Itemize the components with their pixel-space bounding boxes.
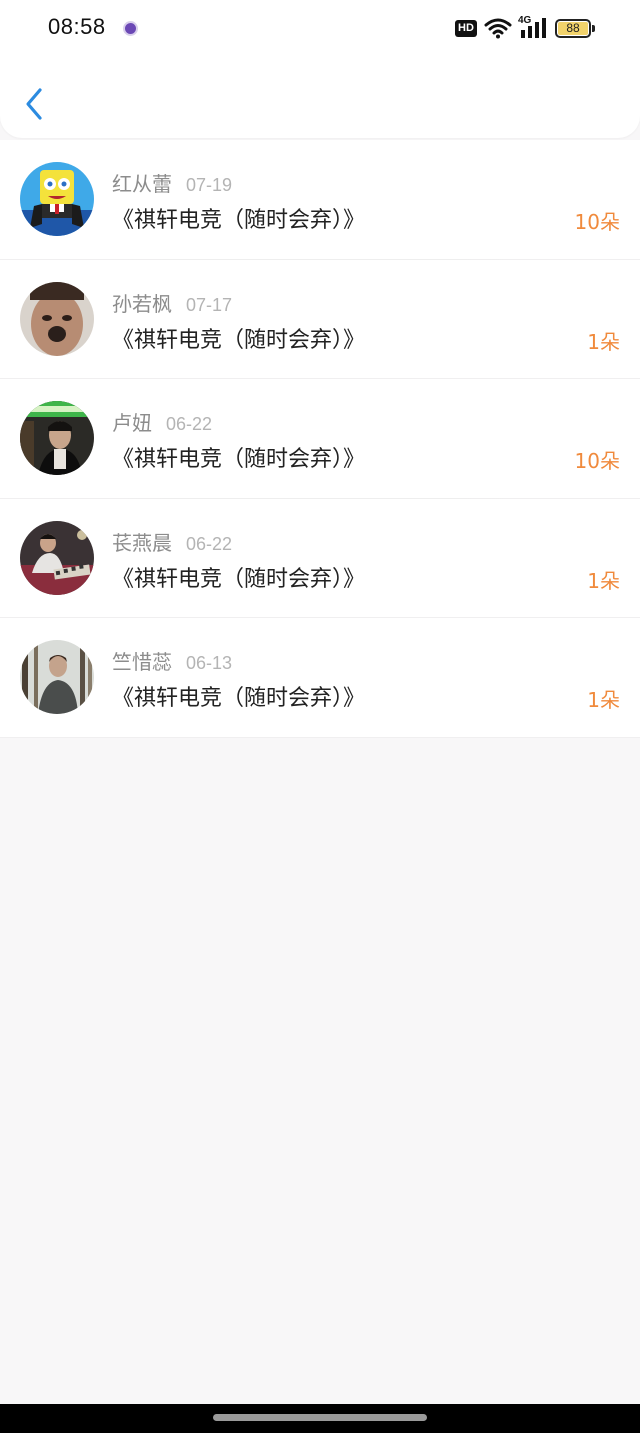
home-indicator[interactable] [213, 1414, 427, 1421]
avatar[interactable] [20, 401, 94, 475]
row-meta: 卢妞 06-22 [112, 407, 212, 435]
header: 08:58 HD 4G 88 [0, 0, 640, 138]
user-name: 苌燕晨 [112, 530, 172, 555]
list-item[interactable]: 苌燕晨 06-22 《祺轩电竞（随时会弃）》 1朵 [0, 498, 640, 618]
item-title: 《祺轩电竞（随时会弃）》 [112, 208, 366, 233]
gift-date: 07-19 [186, 175, 233, 195]
status-bar: 08:58 HD 4G 88 [0, 0, 640, 58]
gift-amount: 1朵 [587, 688, 620, 712]
gift-date: 06-13 [186, 653, 233, 673]
status-time: 08:58 [48, 14, 106, 39]
gift-amount: 1朵 [587, 568, 620, 593]
gift-date: 07-17 [186, 294, 233, 315]
item-title: 《祺轩电竞（随时会弃）》 [112, 447, 366, 472]
spongebob-avatar [20, 162, 94, 236]
row-meta: 苌燕晨 06-22 [112, 527, 232, 555]
man-green-banner-avatar [20, 401, 94, 475]
wifi-icon [484, 18, 512, 39]
avatar[interactable] [20, 640, 94, 714]
row-meta: 孙若枫 07-17 [112, 288, 232, 316]
avatar[interactable] [20, 162, 94, 236]
battery-icon: 88 [555, 19, 591, 38]
user-name: 卢妞 [112, 411, 152, 435]
gift-amount: 10朵 [574, 210, 620, 234]
gift-date: 06-22 [166, 414, 213, 434]
signal-icon [521, 18, 546, 38]
item-title: 《祺轩电竞（随时会弃）》 [112, 327, 366, 353]
user-name: 孙若枫 [112, 291, 172, 316]
gift-amount: 1朵 [587, 329, 620, 354]
list-item[interactable]: 竺惜蕊 06-13 《祺轩电竞（随时会弃）》 1朵 [0, 618, 640, 738]
hd-icon: HD [455, 20, 477, 37]
man-forest-avatar [20, 640, 94, 714]
chevron-left-icon [26, 88, 42, 120]
list-item[interactable]: 卢妞 06-22 《祺轩电竞（随时会弃）》 10朵 [0, 379, 640, 499]
gift-amount: 10朵 [574, 449, 620, 473]
user-name: 红从蕾 [112, 172, 172, 196]
system-nav-bar [0, 1404, 640, 1433]
row-meta: 竺惜蕊 06-13 [112, 646, 232, 674]
user-name: 竺惜蕊 [112, 650, 172, 674]
list-item[interactable]: 红从蕾 07-19 《祺轩电竞（随时会弃）》 10朵 [0, 140, 640, 260]
man-sitting-avatar [20, 520, 94, 595]
face-avatar [20, 281, 94, 356]
battery-level: 88 [566, 21, 580, 35]
row-meta: 红从蕾 07-19 [112, 168, 232, 196]
battery-tip [592, 25, 595, 32]
item-title: 《祺轩电竞（随时会弃）》 [112, 686, 366, 711]
notification-dot-icon [123, 21, 138, 36]
screen: 08:58 HD 4G 88 红从蕾 07-19 《祺轩电竞（随时会弃）》 10… [0, 0, 640, 1433]
list-item[interactable]: 孙若枫 07-17 《祺轩电竞（随时会弃）》 1朵 [0, 259, 640, 379]
item-title: 《祺轩电竞（随时会弃）》 [112, 566, 366, 592]
gift-record-list: 红从蕾 07-19 《祺轩电竞（随时会弃）》 10朵 孙若枫 07-17 《祺轩… [0, 140, 640, 738]
avatar[interactable] [20, 281, 94, 356]
gift-date: 06-22 [186, 533, 233, 554]
back-button[interactable] [18, 82, 54, 126]
avatar[interactable] [20, 520, 94, 595]
